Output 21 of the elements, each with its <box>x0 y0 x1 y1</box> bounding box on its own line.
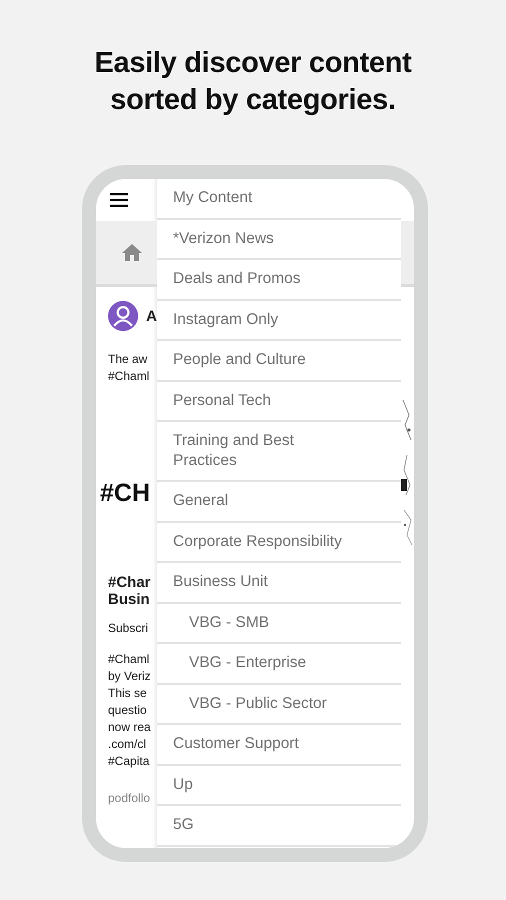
post-text: now rea <box>108 719 152 736</box>
post-text: #Capita <box>108 753 150 770</box>
post-text: This se <box>108 685 148 702</box>
headline: Easily discover content <box>94 46 412 81</box>
post-text: #Chaml <box>108 651 150 668</box>
author-name: A <box>146 308 157 324</box>
post-text: #Chaml <box>108 368 150 385</box>
post-title: #Char <box>108 574 152 591</box>
menu-icon[interactable] <box>110 193 128 207</box>
post-text: The aw <box>108 351 148 368</box>
post-text: .com/cl <box>108 736 148 753</box>
home-icon[interactable] <box>121 243 143 262</box>
post-title: Busin <box>108 591 151 608</box>
banner-text: #CH <box>100 485 152 502</box>
headline: sorted by categories. <box>110 83 396 118</box>
post-text: by Veriz <box>108 668 152 685</box>
post-subtitle: Subscri <box>108 620 150 637</box>
avatar-icon <box>108 299 138 333</box>
nav-bar <box>401 221 414 287</box>
post-text: questio <box>108 702 148 719</box>
post-source: podfollo <box>108 790 152 807</box>
